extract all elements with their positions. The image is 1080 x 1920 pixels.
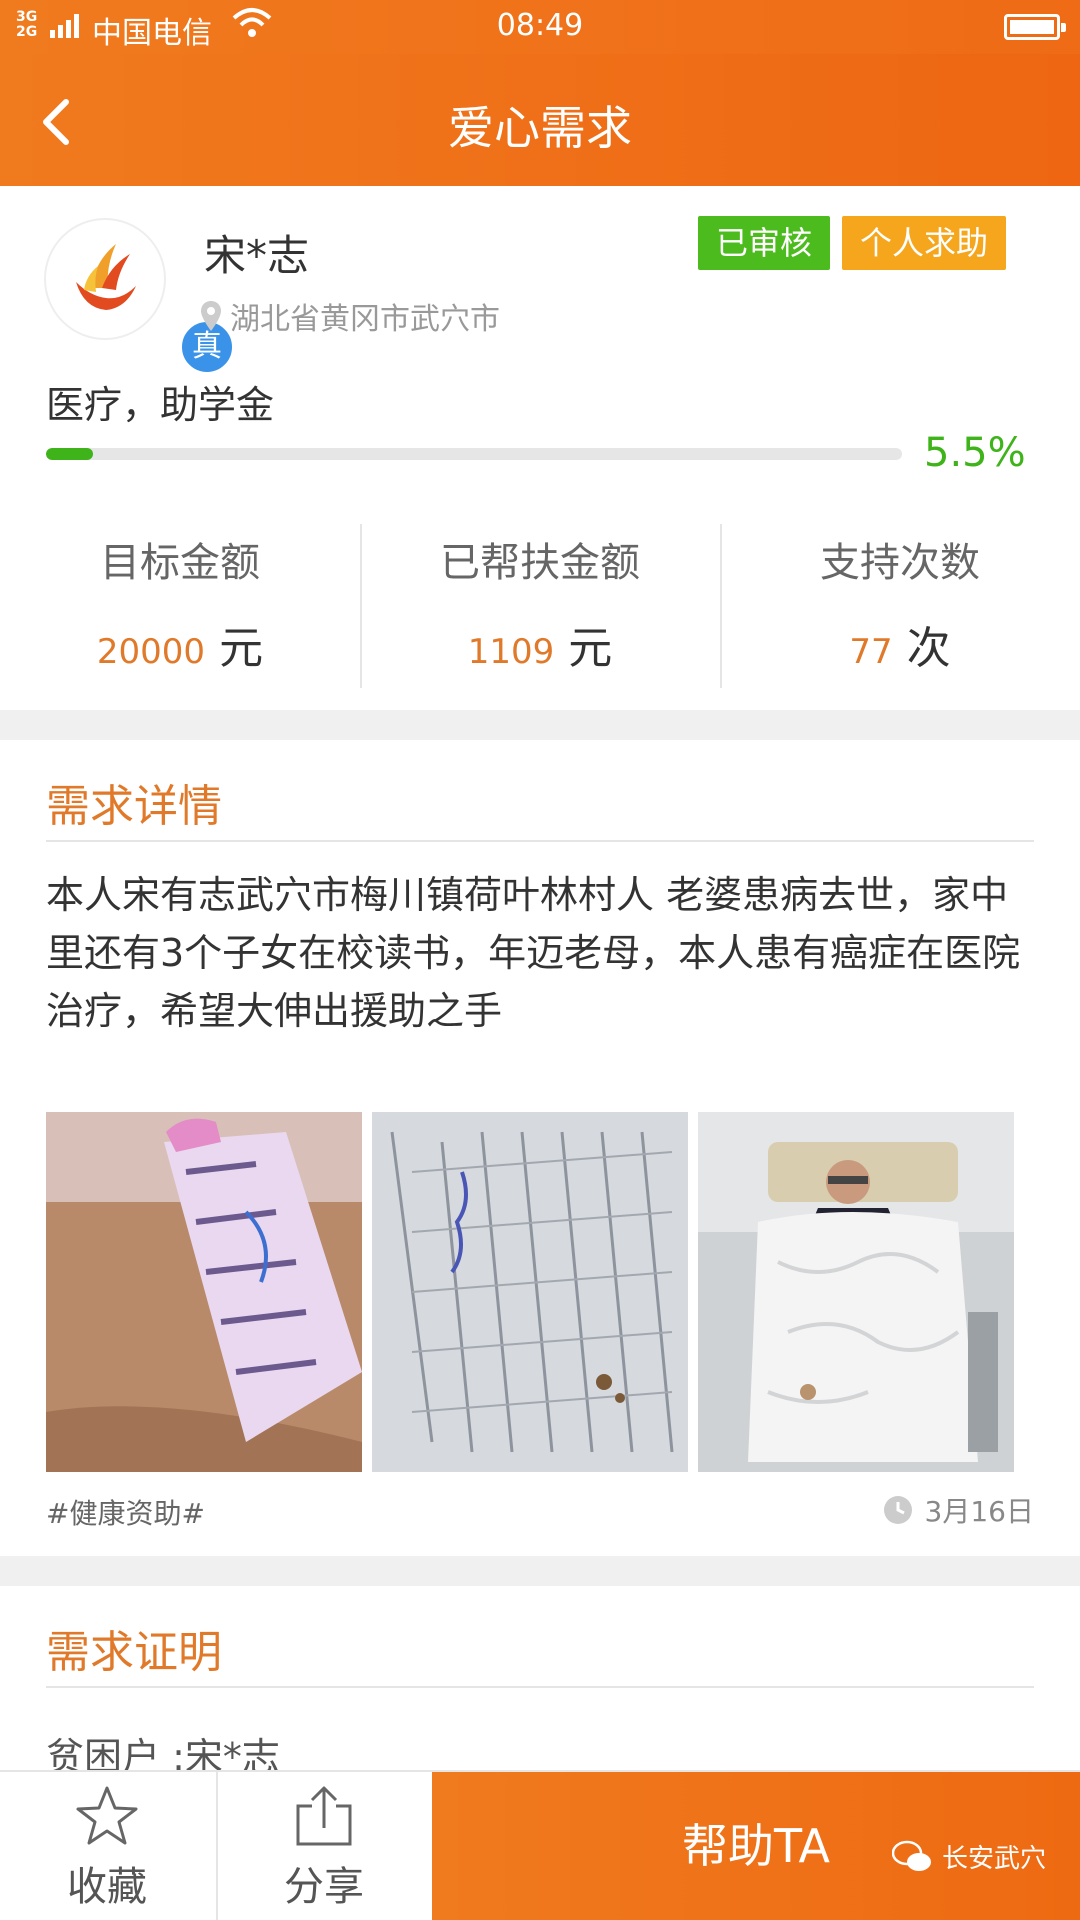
clock: 08:49 [496, 8, 584, 43]
photo-medical-report[interactable] [372, 1112, 688, 1472]
profile-card: 真 宋*志 湖北省黄冈市武穴市 已审核 个人求助 医疗，助学金 5.5% 目标金… [0, 186, 1080, 710]
personal-help-tag: 个人求助 [842, 216, 1007, 270]
stat-unit: 元 [219, 623, 264, 674]
divider [46, 1686, 1034, 1688]
share-button[interactable]: 分享 [216, 1772, 430, 1920]
star-icon [76, 1786, 138, 1845]
photo-patient-in-bed[interactable] [698, 1112, 1014, 1472]
battery-icon [1004, 14, 1066, 40]
divider [46, 840, 1034, 842]
watermark: 长安武穴 [891, 1838, 1046, 1875]
help-purpose: 医疗，助学金 [46, 383, 275, 427]
stat-label: 支持次数 [820, 540, 980, 586]
avatar[interactable]: 真 [44, 218, 236, 376]
post-date: 3月16日 [883, 1490, 1034, 1530]
wechat-icon [891, 1840, 931, 1871]
share-icon [296, 1786, 352, 1846]
detail-section-title: 需求详情 [46, 781, 222, 832]
stat-label: 已帮扶金额 [440, 540, 640, 586]
watermark-text: 长安武穴 [941, 1844, 1046, 1874]
page-title: 爱心需求 [448, 101, 632, 155]
requester-name: 宋*志 [204, 231, 310, 280]
location-pin-icon [201, 301, 221, 331]
detail-text: 本人宋有志武穴市梅川镇荷叶林村人 老婆患病去世，家中里还有3个子女在校读书，年迈… [46, 873, 1021, 1033]
stat-value: 20000 [96, 632, 206, 672]
stat-unit: 元 [568, 623, 613, 674]
fundraising-progress-bar [46, 448, 902, 460]
favorite-label: 收藏 [67, 1864, 147, 1910]
charity-logo-icon [76, 244, 136, 310]
detail-card: 需求详情 本人宋有志武穴市梅川镇荷叶林村人 老婆患病去世，家中里还有3个子女在校… [0, 740, 1080, 1556]
location-text: 湖北省黄冈市武穴市 [230, 302, 500, 337]
date-text: 3月16日 [924, 1495, 1034, 1528]
progress-percent: 5.5% [924, 430, 1026, 476]
proof-section-title: 需求证明 [46, 1627, 222, 1678]
stat-supporters: 支持次数 77 次 [720, 518, 1080, 688]
reviewed-tag: 已审核 [698, 216, 831, 270]
nav-bar: 爱心需求 [0, 54, 1080, 186]
stat-value: 1109 [467, 632, 555, 672]
stat-value: 77 [849, 632, 893, 672]
photo-hospital-wristband[interactable] [46, 1112, 362, 1472]
stats-row: 目标金额 20000 元 已帮扶金额 1109 元 支持次数 77 次 [0, 518, 1080, 688]
photo-gallery [46, 1112, 1036, 1472]
stat-unit: 次 [906, 623, 951, 674]
share-label: 分享 [284, 1864, 364, 1910]
status-bar: 3G 2G 中国电信 08:49 [0, 0, 1080, 54]
stat-label: 目标金额 [100, 540, 260, 586]
hashtag[interactable]: #健康资助# [46, 1492, 205, 1532]
favorite-button[interactable]: 收藏 [0, 1772, 214, 1920]
progress-fill [46, 448, 94, 460]
stat-raised: 已帮扶金额 1109 元 [360, 518, 720, 688]
location: 湖北省黄冈市武穴市 [200, 294, 500, 338]
clock-icon [883, 1496, 912, 1524]
stat-target: 目标金额 20000 元 [0, 518, 360, 678]
